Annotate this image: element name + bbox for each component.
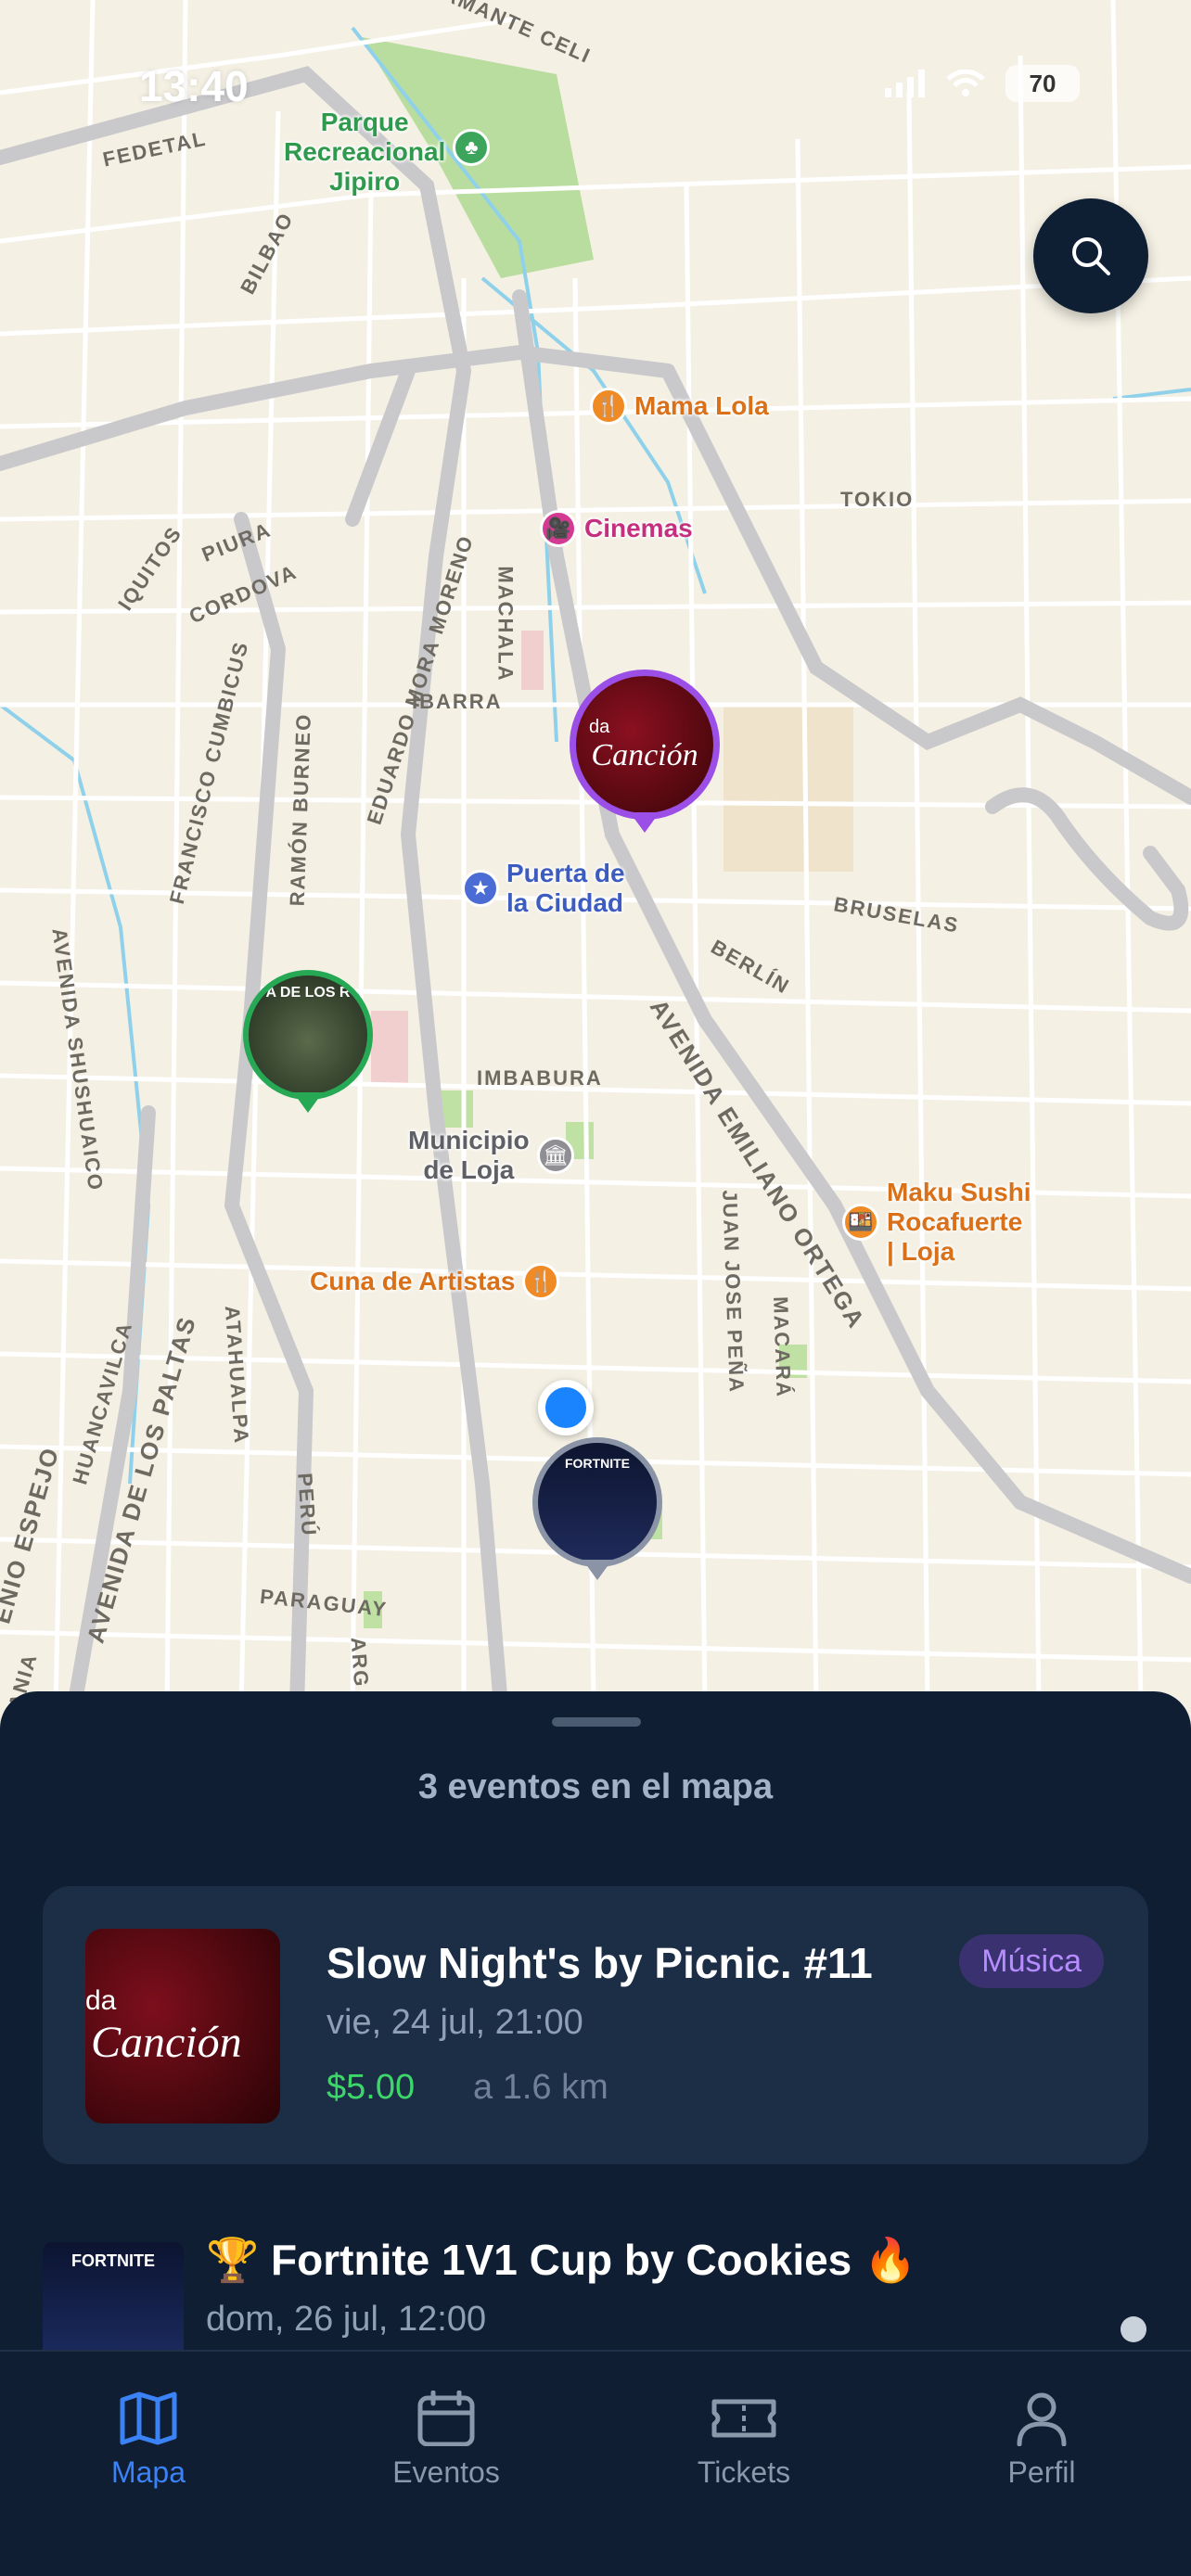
street-label: TOKIO xyxy=(840,488,915,511)
event-date: dom, 26 jul, 12:00 xyxy=(206,2300,487,2339)
event-thumbnail: FORTNITE xyxy=(43,2242,184,2366)
wifi-icon xyxy=(946,70,985,96)
poi-label: Mama Lola xyxy=(634,391,769,420)
event-card-featured[interactable]: da Canción Slow Night's by Picnic. #11 M… xyxy=(43,1886,1148,2164)
tab-tickets[interactable]: Tickets xyxy=(651,2391,837,2490)
thumb-text: Canción xyxy=(91,2017,242,2067)
event-pin-fortnite[interactable]: FORTNITE xyxy=(532,1437,662,1580)
street-label: IMBABURA xyxy=(477,1066,603,1090)
poi-municipio[interactable]: Municipio de Loja 🏛 xyxy=(408,1126,574,1185)
event-title: Slow Night's by Picnic. #11 xyxy=(327,1939,873,1987)
poi-label: Puerta de la Ciudad xyxy=(506,859,625,917)
poi-maku-sushi[interactable]: 🍱 Maku Sushi Rocafuerte | Loja xyxy=(842,1178,1031,1267)
tab-label: Mapa xyxy=(110,2455,186,2489)
tree-icon: ♣ xyxy=(453,129,491,166)
event-date: vie, 24 jul, 21:00 xyxy=(327,2003,583,2042)
ticket-icon xyxy=(711,2399,776,2438)
sheet-grabber[interactable] xyxy=(552,1717,641,1727)
signal-icon xyxy=(885,70,925,97)
pin-thumb-text: FORTNITE xyxy=(565,1456,630,1471)
poi-label: Cinemas xyxy=(584,514,693,542)
map-icon xyxy=(120,2391,177,2445)
poi-label: Cuna de Artistas xyxy=(310,1267,516,1295)
street-label: PERÚ xyxy=(293,1472,321,1538)
pin-thumb-text: da xyxy=(589,716,610,737)
sheet-title: 3 eventos en el mapa xyxy=(417,1767,774,1806)
tab-label: Tickets xyxy=(697,2455,791,2489)
status-dot xyxy=(1121,2316,1146,2342)
poi-label: Maku Sushi Rocafuerte | Loja xyxy=(887,1178,1031,1266)
street-label: MACARÁ xyxy=(768,1295,796,1399)
poi-puerta-ciudad[interactable]: ★ Puerta de la Ciudad xyxy=(462,859,625,918)
event-thumbnail: da Canción xyxy=(85,1929,280,2123)
category-badge: Música xyxy=(959,1934,1104,1988)
poi-mama-lola[interactable]: 🍴 Mama Lola xyxy=(590,388,769,425)
poi-label: Municipio de Loja xyxy=(408,1126,530,1184)
tab-mapa[interactable]: Mapa xyxy=(56,2391,241,2490)
calendar-icon xyxy=(417,2391,475,2446)
event-title: 🏆 Fortnite 1V1 Cup by Cookies 🔥 xyxy=(206,2236,917,2284)
event-price: $5.00 xyxy=(327,2068,416,2107)
status-time: 13:40 xyxy=(139,62,249,110)
pin-thumb-text: A DE LOS R xyxy=(265,985,351,1001)
user-location-dot xyxy=(538,1380,594,1435)
event-list-item[interactable]: FORTNITE 🏆 Fortnite 1V1 Cup by Cookies 🔥… xyxy=(0,2209,1191,2366)
fork-knife-icon: 🍴 xyxy=(522,1263,560,1300)
thumb-text: da xyxy=(85,1984,117,2016)
poi-cinemas[interactable]: 🎥 Cinemas xyxy=(540,510,693,547)
tab-bar: Mapa Eventos Tickets Perfil xyxy=(0,2350,1191,2576)
poi-parque-jipiro[interactable]: Parque Recreacional Jipiro ♣ xyxy=(284,108,491,197)
fork-knife-icon: 🍴 xyxy=(590,388,627,425)
search-button[interactable] xyxy=(1033,198,1148,313)
event-pin-forest[interactable]: A DE LOS R xyxy=(243,970,373,1113)
building-icon: 🏛 xyxy=(536,1137,574,1174)
street-label: IBARRA xyxy=(412,690,503,713)
person-icon xyxy=(1017,2392,1067,2446)
food-bowl-icon: 🍱 xyxy=(842,1204,879,1241)
film-camera-icon: 🎥 xyxy=(540,510,577,547)
event-distance: a 1.6 km xyxy=(473,2068,608,2107)
search-icon xyxy=(1072,237,1110,275)
status-icons: 70 xyxy=(885,65,1080,102)
poi-cuna-artistas[interactable]: Cuna de Artistas 🍴 xyxy=(310,1263,560,1300)
map-view[interactable]: STAMANTE CELI FEDETAL BILBAO TOKIO IQUIT… xyxy=(0,0,1191,1706)
street-label: MACHALA xyxy=(493,566,518,682)
tab-label: Eventos xyxy=(392,2455,500,2489)
star-icon: ★ xyxy=(462,870,499,907)
tab-label: Perfil xyxy=(1007,2455,1076,2489)
street-label: ARG xyxy=(346,1636,374,1690)
poi-label: Parque Recreacional Jipiro xyxy=(284,108,446,196)
battery-indicator: 70 xyxy=(1005,65,1080,102)
tab-perfil[interactable]: Perfil xyxy=(949,2391,1134,2490)
tab-eventos[interactable]: Eventos xyxy=(353,2391,539,2490)
pin-thumb-text: Canción xyxy=(591,737,698,772)
event-pin-cancion[interactable]: da Canción xyxy=(570,670,720,833)
